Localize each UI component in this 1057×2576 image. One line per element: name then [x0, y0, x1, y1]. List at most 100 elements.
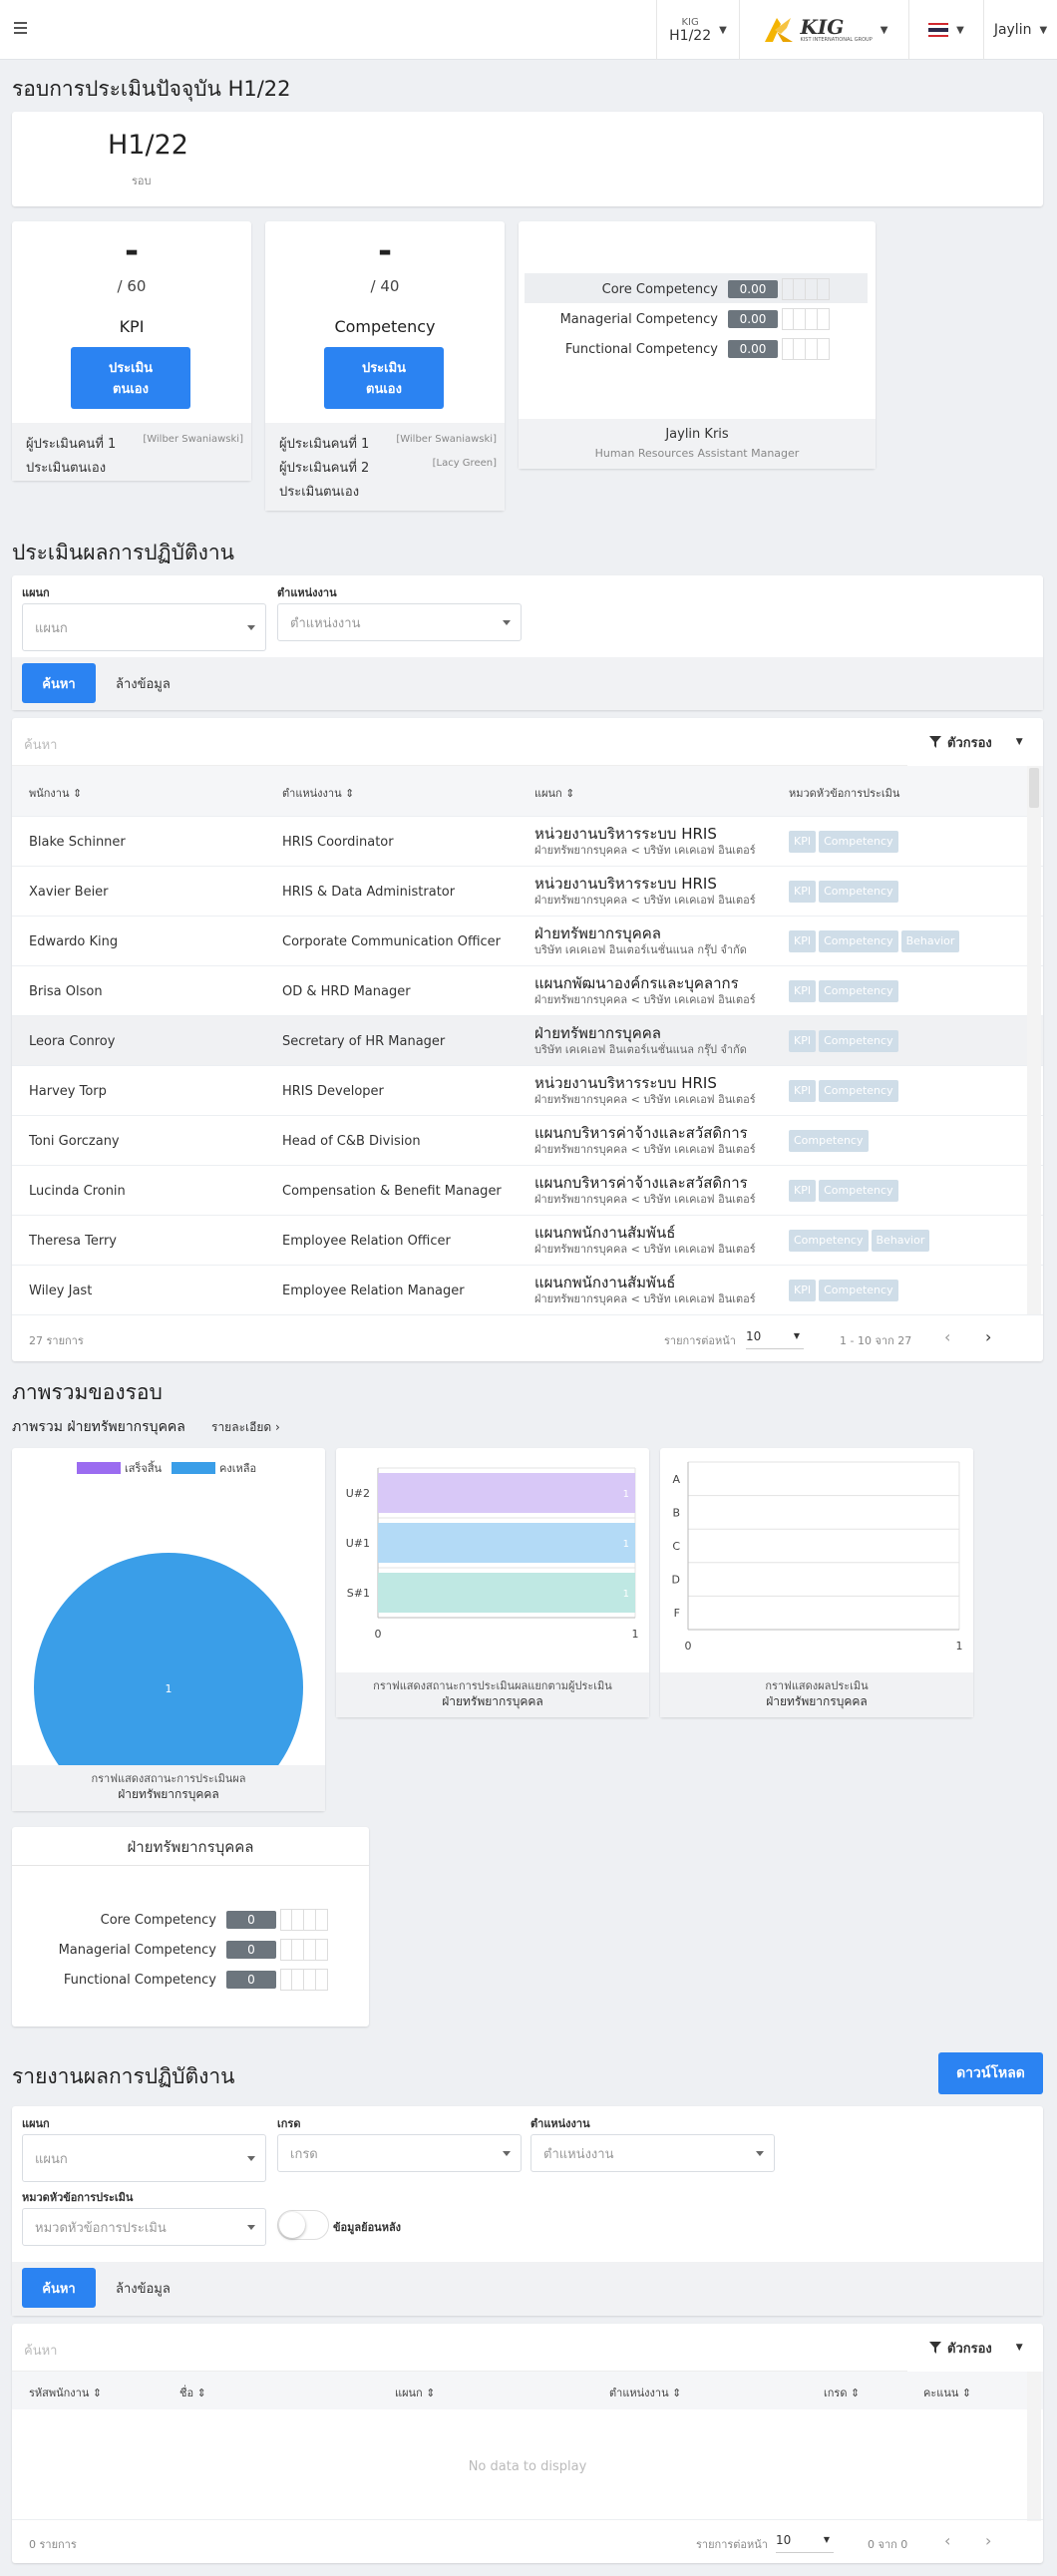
column-header-department[interactable]: แผนก ⇕	[395, 2384, 435, 2401]
competency-card: - / 40 Competency ประเมิน ตนเอง ผู้ประเม…	[265, 221, 505, 511]
download-button[interactable]: ดาวน์โหลด	[938, 2052, 1043, 2094]
select-placeholder: แผนก	[35, 620, 68, 636]
table-row[interactable]: Harvey Torp HRIS Developer หน่วยงานบริหารร…	[12, 1065, 1043, 1115]
history-toggle[interactable]	[277, 2210, 329, 2240]
top-navbar: KIG H1/22 ▼ KIG KIST INTERNATIONAL GROUP…	[0, 0, 1057, 60]
bar-value-label: 1	[623, 1539, 629, 1550]
search-button[interactable]: ค้นหา	[22, 663, 96, 703]
chevron-right-icon: ›	[274, 1420, 280, 1434]
department-name: ฝ่ายทรัพยากรบุคคล	[534, 924, 661, 942]
report-position-select[interactable]: ตำแหน่งงาน	[530, 2134, 775, 2172]
column-header-position[interactable]: ตำแหน่งงาน ⇕	[282, 784, 354, 802]
x-tick-label: 0	[375, 1628, 382, 1641]
report-search-input[interactable]: ค้นหา	[12, 2324, 907, 2372]
table-row[interactable]: Blake Schinner HRIS Coordinator หน่วยงานบร…	[12, 816, 1043, 866]
category-tick-label: B	[672, 1506, 680, 1519]
employee-name: Blake Schinner	[29, 834, 126, 850]
kpi-self-evaluate-button[interactable]: ประเมิน ตนเอง	[71, 347, 190, 409]
department-path: ฝ่ายทรัพยากรบุคคล < บริษัท เคเคเอฟ อินเต…	[534, 1193, 756, 1206]
company-period-selector[interactable]: KIG H1/22 ▼	[656, 0, 739, 60]
logo-mark-icon	[764, 18, 793, 42]
table-search-input[interactable]: ค้นหา	[12, 718, 907, 766]
column-header-position[interactable]: ตำแหน่งงาน ⇕	[609, 2384, 681, 2401]
category-tag: Competency	[789, 1130, 869, 1152]
report-clear-button[interactable]: ล้างข้อมูล	[116, 2278, 171, 2299]
hamburger-menu-icon[interactable]	[14, 22, 27, 36]
table-scrollbar[interactable]	[1027, 766, 1041, 1314]
competency-self-evaluate-button[interactable]: ประเมิน ตนเอง	[324, 347, 444, 409]
evaluation-table-card: ค้นหา ตัวกรอง ▼ พนักงาน ⇕ ตำแหน่งงาน ⇕ แ…	[12, 718, 1043, 1361]
category-tag: Competency	[819, 980, 898, 1002]
next-page-icon[interactable]: ›	[985, 2531, 991, 2550]
department-path: บริษัท เคเคเอฟ อินเตอร์เนชั่นแนล กรุ๊ป จ…	[534, 1043, 747, 1056]
employee-department: ฝ่ายทรัพยากรบุคคล บริษัท เคเคเอฟ อินเตอร์…	[534, 917, 774, 966]
report-category-select[interactable]: หมวดหัวข้อการประเมิน	[22, 2208, 266, 2246]
dept-filter-select[interactable]: แผนก	[22, 603, 266, 651]
per-page-select[interactable]: 10 ▼	[776, 2529, 834, 2553]
category-tag: Competency	[819, 1280, 898, 1301]
per-page-label: รายการต่อหน้า	[664, 1334, 736, 1347]
per-page-select[interactable]: 10 ▼	[746, 1325, 804, 1349]
column-header-employee-id[interactable]: รหัสพนักงาน ⇕	[29, 2384, 102, 2401]
table-row[interactable]: Brisa Olson OD & HRD Manager แผนกพัฒนาองค์…	[12, 965, 1043, 1015]
table-row[interactable]: Toni Gorczany Head of C&B Division แผนกบริ…	[12, 1115, 1043, 1165]
evaluation-section-title: ประเมินผลการปฏิบัติงาน	[12, 541, 235, 564]
clear-button[interactable]: ล้างข้อมูล	[116, 673, 171, 694]
table-row[interactable]: Edwardo King Corporate Communication Offi…	[12, 916, 1043, 965]
caret-down-icon: ▼	[793, 1331, 800, 1340]
caret-down-icon	[247, 2156, 255, 2161]
select-placeholder: แผนก	[35, 2151, 68, 2167]
next-page-icon[interactable]: ›	[985, 1327, 991, 1346]
table-row[interactable]: Wiley Jast Employee Relation Manager แผนกพ…	[12, 1265, 1043, 1314]
prev-page-icon[interactable]: ‹	[944, 2531, 950, 2550]
prev-page-icon[interactable]: ‹	[944, 1327, 950, 1346]
department-name: แผนกบริหารค่าจ้างและสวัสดิการ	[534, 1174, 748, 1192]
select-placeholder: ตำแหน่งงาน	[290, 615, 361, 631]
position-filter-select[interactable]: ตำแหน่งงาน	[277, 603, 522, 641]
bar-caption-line2: ฝ่ายทรัพยากรบุคคล	[442, 1694, 543, 1708]
evaluator-1-label: ผู้ประเมินคนที่ 1	[279, 437, 370, 452]
column-header-name[interactable]: ชื่อ ⇕	[179, 2384, 206, 2401]
detail-link[interactable]: รายละเอียด ›	[211, 1418, 280, 1437]
report-table-footer: 0 รายการ รายการต่อหน้า 10 ▼ 0 จาก 0 ‹ ›	[12, 2519, 1043, 2563]
category-tag: Behavior	[900, 930, 960, 952]
evaluation-table-body: Blake Schinner HRIS Coordinator หน่วยงานบร…	[12, 816, 1043, 1314]
competency-row: Functional Competency 0	[12, 1967, 369, 1993]
column-header-department[interactable]: แผนก ⇕	[534, 784, 574, 802]
employee-name: Brisa Olson	[29, 983, 103, 999]
column-header-grade[interactable]: เกรด ⇕	[824, 2384, 860, 2401]
table-row[interactable]: Xavier Beier HRIS & Data Administrator หน่…	[12, 866, 1043, 916]
report-search-button[interactable]: ค้นหา	[22, 2268, 96, 2308]
company-logo-selector[interactable]: KIG KIST INTERNATIONAL GROUP ▼	[739, 0, 908, 60]
total-count: 0 รายการ	[29, 2538, 77, 2551]
employee-position: Secretary of HR Manager	[282, 1033, 446, 1049]
user-menu[interactable]: Jaylin ▼	[983, 0, 1057, 60]
competency-label: Functional Competency	[564, 341, 718, 357]
report-filter-toggle-button[interactable]: ตัวกรอง ▼	[917, 2324, 1043, 2372]
table-row[interactable]: Lucinda Cronin Compensation & Benefit Man…	[12, 1165, 1043, 1215]
empty-state-text: No data to display	[468, 2459, 587, 2474]
table-row[interactable]: Theresa Terry Employee Relation Officer แผ…	[12, 1215, 1043, 1265]
category-tick-label: U#2	[346, 1487, 370, 1500]
filter-toggle-button[interactable]: ตัวกรอง ▼	[917, 718, 1043, 766]
language-selector[interactable]: ▼	[908, 0, 983, 60]
evaluator-name: [Wilber Swaniawski]	[143, 434, 243, 445]
column-header-employee[interactable]: พนักงาน ⇕	[29, 784, 82, 802]
report-scrollbar[interactable]	[1027, 2372, 1041, 2521]
table-row[interactable]: Leora Conroy Secretary of HR Manager ฝ่ายท…	[12, 1015, 1043, 1065]
report-dept-select[interactable]: แผนก	[22, 2134, 266, 2182]
category-tags: Competency Behavior	[789, 1216, 932, 1266]
category-tick-label: U#1	[346, 1537, 370, 1550]
report-dept-label: แผนก	[22, 2117, 50, 2130]
pie-slice-label: 1	[166, 1682, 173, 1695]
competency-grid	[280, 1909, 328, 1931]
column-header-score[interactable]: คะแนน ⇕	[923, 2384, 971, 2401]
department-name: หน่วยงานบริหารระบบ HRIS	[534, 875, 717, 893]
overview-subtitle: ภาพรวม ฝ่ายทรัพยากรบุคคล	[12, 1419, 185, 1435]
scrollbar-thumb[interactable]	[1029, 768, 1039, 808]
competency-score: -	[377, 231, 393, 271]
competency-value-badge: 0.00	[728, 310, 778, 328]
report-grade-select[interactable]: เกรด	[277, 2134, 522, 2172]
profile-name: Jaylin Kris	[665, 427, 729, 442]
self-eval-label: ประเมินตนเอง	[279, 485, 360, 500]
